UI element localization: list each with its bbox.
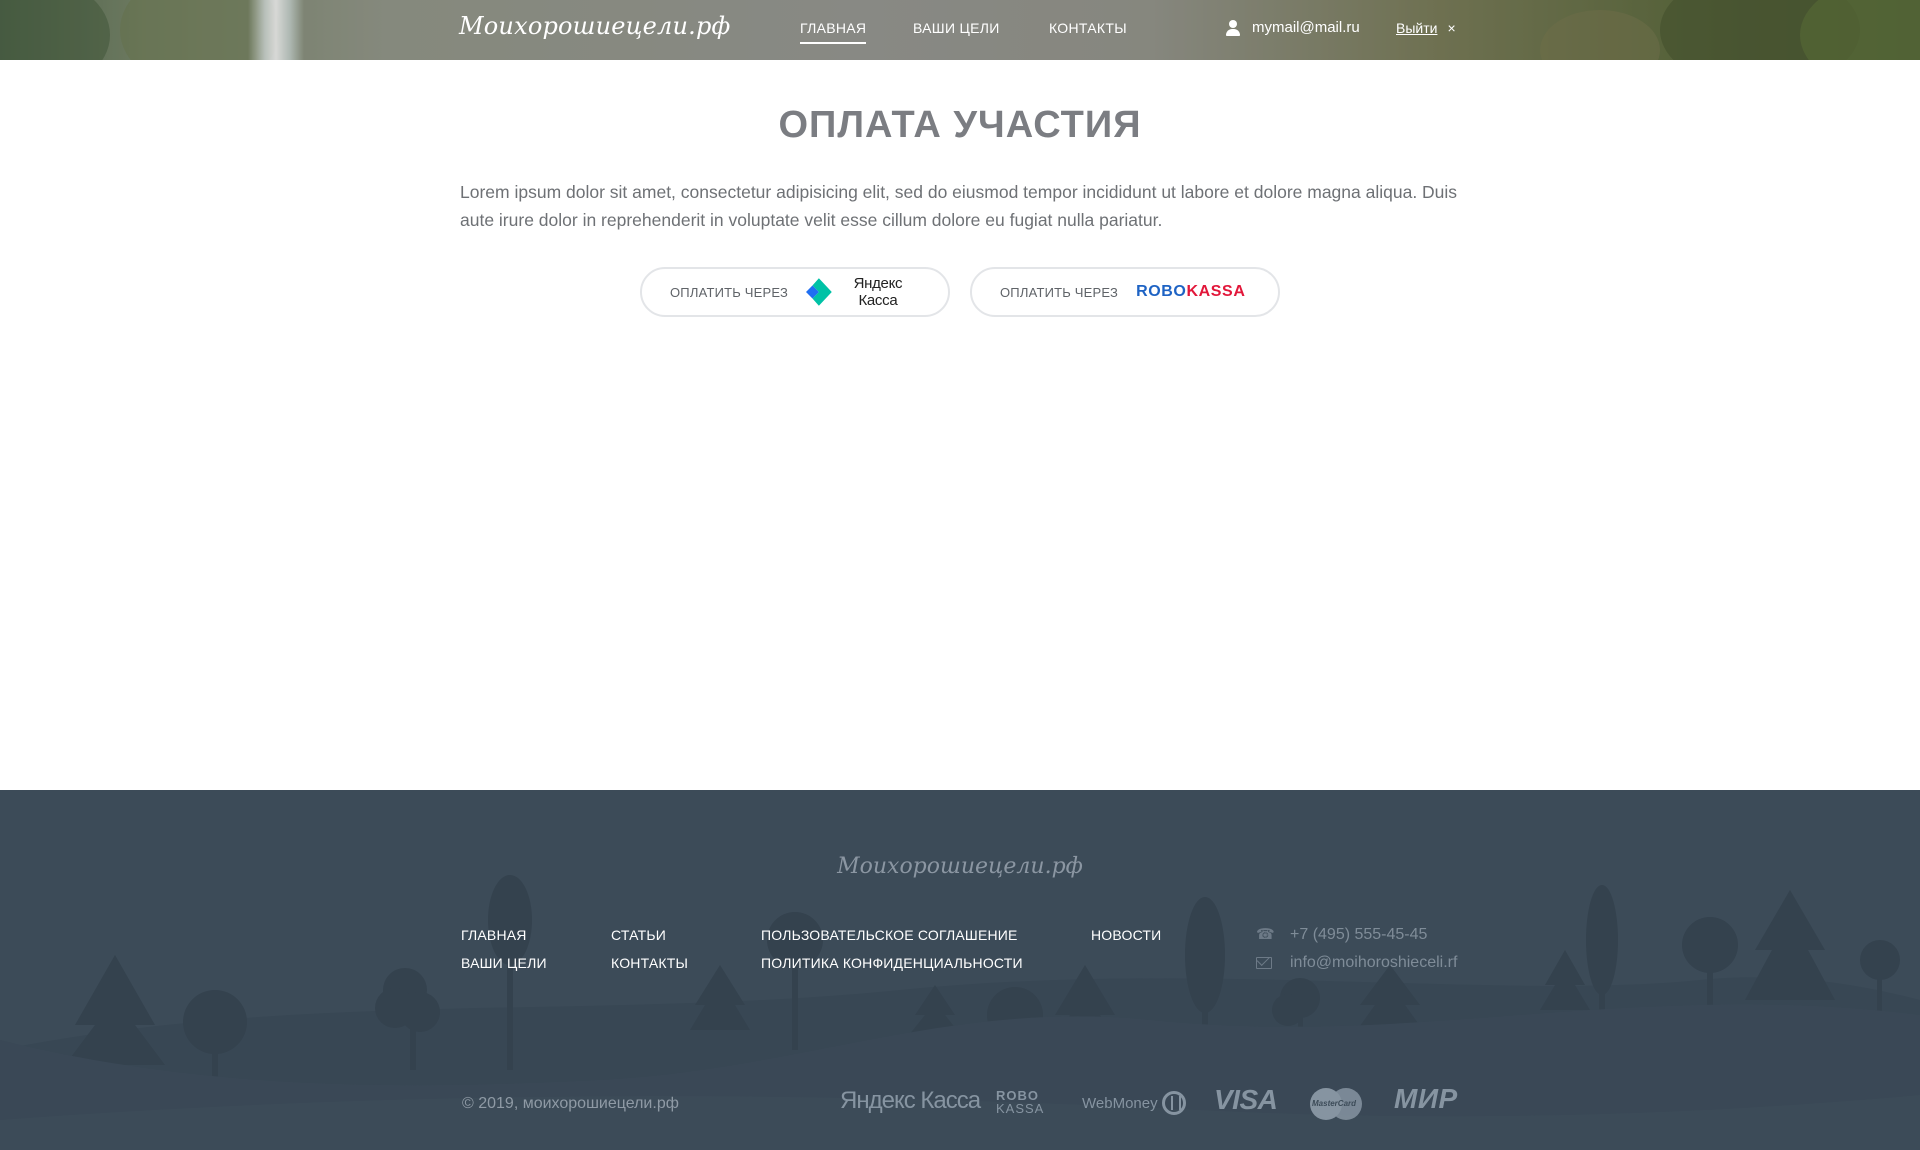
yandex-kassa-text: Яндекс Касса xyxy=(853,275,903,309)
email-address[interactable]: info@moihoroshieceli.rf xyxy=(1290,954,1457,972)
footer-link-privacy-policy[interactable]: ПОЛИТИКА КОНФИДЕНЦИАЛЬНОСТИ xyxy=(761,955,1023,971)
robokassa-footer-logo-bottom: KASSA xyxy=(996,1101,1045,1116)
visa-footer-logo: VISA xyxy=(1214,1084,1278,1115)
mir-footer-logo: МИР xyxy=(1394,1083,1458,1114)
mastercard-text: MasterCard xyxy=(1312,1099,1357,1108)
yandex-kassa-logo: Яндекс Касса xyxy=(806,275,920,309)
phone-number[interactable]: +7 (495) 555-45-45 xyxy=(1290,926,1427,944)
user-email: mymail@mail.ru xyxy=(1252,19,1360,36)
intro-text: Lorem ipsum dolor sit amet, consectetur … xyxy=(460,182,1458,230)
yandex-kassa-icon xyxy=(806,278,832,306)
site-footer: Моихорошиецели.рф ГЛАВНАЯ ВАШИ ЦЕЛИ СТАТ… xyxy=(0,790,1920,1150)
site-header: Моихорошиецели.рф ГЛАВНАЯ ВАШИ ЦЕЛИ КОНТ… xyxy=(0,0,1920,60)
logout-link[interactable]: Выйти xyxy=(1396,20,1437,36)
pay-robokassa-button[interactable]: ОПЛАТИТЬ ЧЕРЕЗ ROBOKASSA xyxy=(970,267,1280,317)
footer-link-home[interactable]: ГЛАВНАЯ xyxy=(461,927,527,943)
footer-email[interactable]: info@moihoroshieceli.rf xyxy=(1256,954,1457,972)
robokassa-footer-logo: ROBO KASSA xyxy=(996,1089,1044,1115)
footer-link-articles[interactable]: СТАТЬИ xyxy=(611,927,666,943)
webmoney-globe-icon xyxy=(1161,1091,1186,1115)
page-title: ОПЛАТА УЧАСТИЯ xyxy=(778,104,1142,146)
phone-icon xyxy=(1256,925,1275,943)
robokassa-logo-part: ROBO xyxy=(1136,283,1187,300)
footer-logo[interactable]: Моихорошиецели.рф xyxy=(0,854,1920,879)
footer-link-user-agreement[interactable]: ПОЛЬЗОВАТЕЛЬСКОЕ СОГЛАШЕНИЕ xyxy=(761,927,1018,943)
site-logo[interactable]: Моихорошиецели.рф xyxy=(459,12,731,40)
footer-phone[interactable]: +7 (495) 555-45-45 xyxy=(1256,925,1427,944)
pay-button-label: ОПЛАТИТЬ ЧЕРЕЗ xyxy=(1000,284,1119,300)
footer-link-news[interactable]: НОВОСТИ xyxy=(1091,927,1161,943)
nav-item-home[interactable]: ГЛАВНАЯ xyxy=(800,20,867,44)
footer-link-contacts[interactable]: КОНТАКТЫ xyxy=(611,955,688,971)
close-icon[interactable]: × xyxy=(1447,21,1455,35)
logout-control[interactable]: Выйти × xyxy=(1396,20,1456,36)
pay-yandex-kassa-button[interactable]: ОПЛАТИТЬ ЧЕРЕЗ Яндекс Касса xyxy=(640,267,950,317)
copyright: © 2019, моихорошиецели.рф xyxy=(462,1095,679,1112)
user-icon xyxy=(1226,19,1240,36)
webmoney-footer-logo: WebMoney xyxy=(1082,1091,1186,1115)
mastercard-footer-logo: MasterCard xyxy=(1310,1088,1362,1120)
footer-link-goals[interactable]: ВАШИ ЦЕЛИ xyxy=(461,955,547,971)
robokassa-logo-part: KASSA xyxy=(1186,283,1246,300)
yandex-kassa-footer-logo: Яндекс Касса xyxy=(840,1087,981,1114)
webmoney-text: WebMoney xyxy=(1082,1094,1158,1112)
user-account[interactable]: mymail@mail.ru xyxy=(1226,19,1360,36)
mail-icon xyxy=(1256,957,1272,969)
pay-button-label: ОПЛАТИТЬ ЧЕРЕЗ xyxy=(670,284,789,300)
nav-item-contacts[interactable]: КОНТАКТЫ xyxy=(1049,20,1127,36)
nav-item-goals[interactable]: ВАШИ ЦЕЛИ xyxy=(913,20,1000,36)
robokassa-logo: ROBOKASSA xyxy=(1136,283,1245,301)
